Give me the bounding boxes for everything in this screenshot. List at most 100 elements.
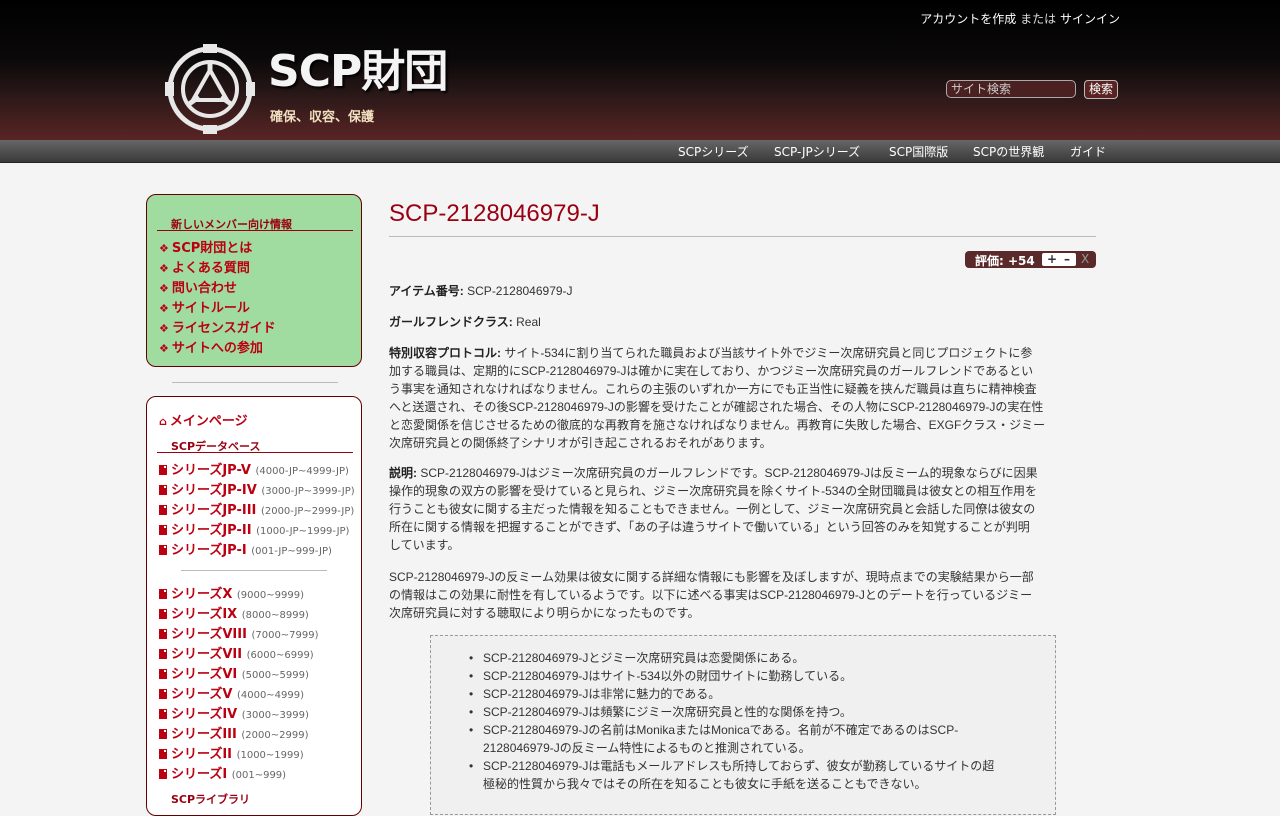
- list-item: SCP-2128046979-Jは頻繁にジミー次席研究員と性的な関係を持つ。: [469, 703, 1043, 721]
- sidebar-main-page[interactable]: ⌂ メインページ: [159, 410, 248, 429]
- diamond-icon: ❖: [159, 262, 169, 275]
- site-subtitle: 確保、収容、保護: [270, 110, 375, 125]
- link-label: シリーズJP-II: [171, 523, 252, 538]
- nav-guide[interactable]: ガイド: [1070, 143, 1106, 160]
- protocol-line: へと送還され、その後SCP-2128046979-Jの影響を受けたことが確認され…: [389, 400, 1044, 414]
- sidebar-series-jp-iii[interactable]: シリーズJP-III (2000-JP~2999-JP): [159, 499, 354, 518]
- sidebar-series-jp-iv[interactable]: シリーズJP-IV (3000-JP~3999-JP): [159, 479, 355, 498]
- nav-scp-jp-series[interactable]: SCP-JPシリーズ: [774, 143, 860, 160]
- title-rule: [389, 236, 1096, 237]
- sidebar-series-i[interactable]: シリーズI (001~999): [159, 763, 286, 782]
- create-account-link[interactable]: アカウントを作成: [920, 12, 1016, 26]
- link-label: ライセンスガイド: [171, 321, 276, 336]
- facts-box: SCP-2128046979-Jとジミー次席研究員は恋愛関係にある。 SCP-2…: [430, 635, 1056, 815]
- link-label: シリーズV: [171, 687, 233, 702]
- link-label: シリーズJP-IV: [171, 483, 257, 498]
- account-links: アカウントを作成 または サインイン: [920, 10, 1120, 27]
- sidebar-series-iv[interactable]: シリーズIV (3000~3999): [159, 703, 309, 722]
- link-label: 問い合わせ: [171, 281, 237, 296]
- document-icon: [159, 709, 167, 719]
- diamond-icon: ❖: [159, 302, 169, 315]
- object-class: ガールフレンドクラス: Real: [389, 313, 1096, 331]
- link-label: シリーズVIII: [171, 627, 247, 642]
- sidebar-link-contact[interactable]: ❖ 問い合わせ: [159, 277, 237, 296]
- new-member-box: 新しいメンバー向け情報 ❖ SCP財団とは ❖ よくある質問 ❖ 問い合わせ ❖ サイト…: [146, 194, 362, 367]
- sidebar-link-join[interactable]: ❖ サイトへの参加: [159, 337, 263, 356]
- rating-value: 評価: +54: [975, 254, 1035, 268]
- item-label: アイテム番号:: [389, 284, 464, 298]
- rate-down-button[interactable]: –: [1064, 252, 1070, 266]
- sidebar-series-ix[interactable]: シリーズIX (8000~8999): [159, 603, 309, 622]
- diamond-icon: ❖: [159, 242, 169, 255]
- document-icon: [159, 465, 167, 475]
- document-icon: [159, 649, 167, 659]
- diamond-icon: ❖: [159, 322, 169, 335]
- document-icon: [159, 485, 167, 495]
- search-input[interactable]: サイト検索: [946, 80, 1076, 98]
- sidebar-divider: [181, 570, 327, 571]
- nav-scp-series[interactable]: SCPシリーズ: [678, 143, 749, 160]
- rating-module: 評価: +54 + – X: [965, 251, 1096, 268]
- link-label: シリーズIV: [171, 707, 238, 722]
- protocol-line: と恋愛関係を信じさせるための徹底的な再教育を施さなければなりません。再教育に失敗…: [389, 418, 1046, 432]
- document-icon: [159, 629, 167, 639]
- description-line: 説明: SCP-2128046979-Jはジミー次席研究員のガールフレンドです。…: [389, 466, 1038, 480]
- protocol-line: う事実を通知されなければなりません。これらの主張のいずれか一方にでも正当性に疑義…: [389, 382, 1037, 396]
- nav-scp-universe[interactable]: SCPの世界観: [973, 143, 1044, 160]
- series-range: (1000~1999): [236, 750, 304, 761]
- rate-up-button[interactable]: +: [1047, 252, 1057, 266]
- rating-buttons: + –: [1042, 252, 1076, 266]
- top-navigation: SCPシリーズ SCP-JPシリーズ SCP国際版 SCPの世界観 ガイド: [0, 140, 1280, 163]
- protocol-line: 次席研究員との関係終了シナリオが引き起こされるおそれがあります。: [389, 436, 772, 450]
- diamond-icon: ❖: [159, 342, 169, 355]
- sidebar-series-iii[interactable]: シリーズIII (2000~2999): [159, 723, 309, 742]
- sidebar-series-viii[interactable]: シリーズVIII (7000~7999): [159, 623, 319, 642]
- description: 説明: SCP-2128046979-Jはジミー次席研究員のガールフレンドです。…: [389, 464, 1096, 554]
- sidebar-series-jp-v[interactable]: シリーズJP-V (4000-JP~4999-JP): [159, 459, 349, 478]
- sidebar-series-x[interactable]: シリーズX (9000~9999): [159, 583, 304, 602]
- sidebar-divider: [172, 382, 338, 383]
- document-icon: [159, 505, 167, 515]
- sidebar-series-vi[interactable]: シリーズVI (5000~5999): [159, 663, 309, 682]
- sign-in-link[interactable]: サインイン: [1060, 12, 1120, 26]
- sidebar-link-about[interactable]: ❖ SCP財団とは: [159, 237, 252, 256]
- sidebar-series-jp-ii[interactable]: シリーズJP-II (1000-JP~1999-JP): [159, 519, 349, 538]
- document-icon: [159, 609, 167, 619]
- series-range: (001~999): [231, 770, 287, 781]
- document-icon: [159, 669, 167, 679]
- library-heading: SCPライブラリ: [171, 793, 251, 806]
- series-range: (1000-JP~1999-JP): [256, 526, 350, 537]
- search-button[interactable]: 検索: [1084, 80, 1118, 99]
- series-range: (7000~7999): [251, 630, 319, 641]
- series-range: (9000~9999): [236, 590, 304, 601]
- sidebar-link-rules[interactable]: ❖ サイトルール: [159, 297, 250, 316]
- link-label: サイトへの参加: [171, 341, 263, 356]
- series-range: (6000~6999): [246, 650, 314, 661]
- site-title[interactable]: SCP財団: [268, 50, 448, 94]
- sidebar-series-jp-i[interactable]: シリーズJP-I (001-JP~999-JP): [159, 539, 332, 558]
- document-icon: [159, 749, 167, 759]
- class-value: Real: [516, 315, 541, 329]
- sidebar-series-v[interactable]: シリーズV (4000~4999): [159, 683, 304, 702]
- link-label: シリーズIII: [171, 727, 237, 742]
- link-label: SCP財団とは: [171, 241, 253, 256]
- link-label: シリーズJP-III: [171, 503, 257, 518]
- site-header: アカウントを作成 または サインイン SCP財団 確保、収容、保護 サイト検索 …: [0, 0, 1280, 140]
- series-range: (2000-JP~2999-JP): [260, 506, 355, 517]
- sidebar-series-vii[interactable]: シリーズVII (6000~6999): [159, 643, 314, 662]
- document-icon: [159, 545, 167, 555]
- description-label: 説明:: [389, 466, 417, 480]
- sidebar-series-ii[interactable]: シリーズII (1000~1999): [159, 743, 304, 762]
- series-range: (001-JP~999-JP): [251, 546, 332, 557]
- heading-rule: [157, 452, 353, 453]
- sidebar-link-faq[interactable]: ❖ よくある質問: [159, 257, 250, 276]
- effect-line: 次席研究員に対する聴取により明らかになったものです。: [389, 606, 700, 620]
- link-label: シリーズX: [171, 587, 233, 602]
- protocol-line: 特別収容プロトコル: サイト-534に割り当てられた職員および当該サイト外でジミ…: [389, 346, 1033, 360]
- cancel-vote-button[interactable]: X: [1081, 252, 1089, 266]
- series-range: (2000~2999): [241, 730, 309, 741]
- sidebar-link-license[interactable]: ❖ ライセンスガイド: [159, 317, 276, 336]
- scp-logo-icon[interactable]: [163, 42, 257, 134]
- nav-scp-international[interactable]: SCP国際版: [889, 143, 948, 160]
- link-label: シリーズVI: [171, 667, 238, 682]
